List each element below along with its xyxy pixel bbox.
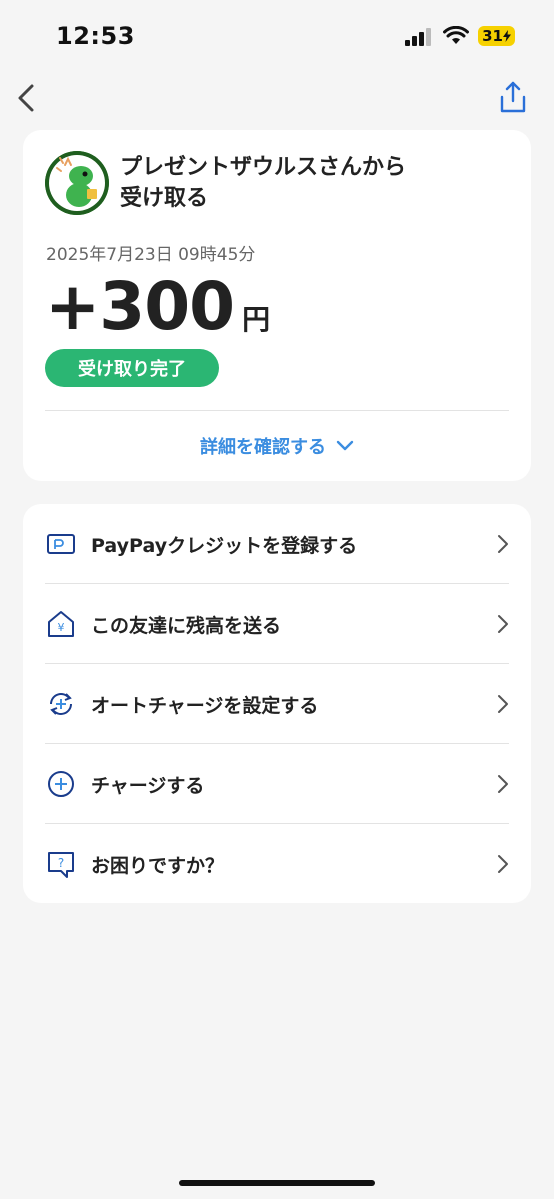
- chevron-right-icon: [498, 615, 508, 633]
- status-bar: 12:53 31: [0, 0, 554, 70]
- credit-card-icon: [47, 534, 75, 554]
- menu-item-send-balance[interactable]: ¥ この友達に残高を送る: [23, 584, 531, 664]
- avatar: [45, 151, 109, 215]
- svg-text:?: ?: [58, 856, 64, 870]
- menu-item-help[interactable]: ? お困りですか？: [23, 824, 531, 904]
- details-link[interactable]: 詳細を確認する: [23, 433, 531, 459]
- chevron-down-icon: [336, 440, 354, 451]
- chevron-right-icon: [498, 535, 508, 553]
- wifi-icon: [443, 26, 469, 44]
- menu-item-label: お困りですか？: [91, 855, 225, 877]
- receipt-card: プレゼントザウルスさんから 受け取る 2025年7月23日 09時45分 +30…: [23, 130, 531, 481]
- menu-item-label: オートチャージを設定する: [91, 695, 319, 717]
- amount: +300 円: [45, 268, 270, 345]
- plus-circle-icon: [48, 771, 74, 797]
- share-icon[interactable]: [498, 80, 528, 114]
- chevron-left-icon[interactable]: [14, 82, 38, 114]
- menu-item-charge[interactable]: チャージする: [23, 744, 531, 824]
- sender-title-line1: プレゼントザウルスさんから: [120, 155, 407, 180]
- auto-charge-icon: [50, 693, 72, 715]
- action-menu-card: PayPayクレジットを登録する ¥ この友達に残高を送る オートチャージを設定…: [23, 504, 531, 903]
- chevron-right-icon: [498, 855, 508, 873]
- divider: [45, 410, 509, 411]
- home-indicator[interactable]: [179, 1180, 375, 1186]
- amount-value: +300: [45, 268, 235, 345]
- menu-item-label: PayPayクレジットを登録する: [91, 535, 358, 557]
- help-bubble-icon: ?: [48, 852, 74, 878]
- navigation-bar: [0, 80, 554, 116]
- battery-indicator: 31: [478, 26, 515, 46]
- amount-unit: 円: [242, 303, 271, 336]
- menu-item-register-credit[interactable]: PayPayクレジットを登録する: [23, 504, 531, 584]
- send-yen-icon: ¥: [48, 611, 74, 637]
- menu-item-label: チャージする: [91, 775, 205, 797]
- charging-bolt-icon: [502, 30, 511, 42]
- transaction-datetime: 2025年7月23日 09時45分: [46, 245, 256, 265]
- dinosaur-avatar-icon: [45, 151, 109, 215]
- sender-title-line2: 受け取る: [120, 186, 209, 211]
- cellular-signal-icon: [405, 28, 431, 46]
- details-link-label: 詳細を確認する: [200, 437, 326, 458]
- battery-level: 31: [482, 27, 503, 45]
- menu-item-auto-charge[interactable]: オートチャージを設定する: [23, 664, 531, 744]
- sender-title: プレゼントザウルスさんから 受け取る: [120, 152, 510, 214]
- svg-text:¥: ¥: [58, 621, 65, 634]
- chevron-right-icon: [498, 695, 508, 713]
- chevron-right-icon: [498, 775, 508, 793]
- status-time: 12:53: [56, 22, 135, 50]
- status-badge: 受け取り完了: [45, 349, 219, 387]
- menu-item-label: この友達に残高を送る: [91, 615, 282, 637]
